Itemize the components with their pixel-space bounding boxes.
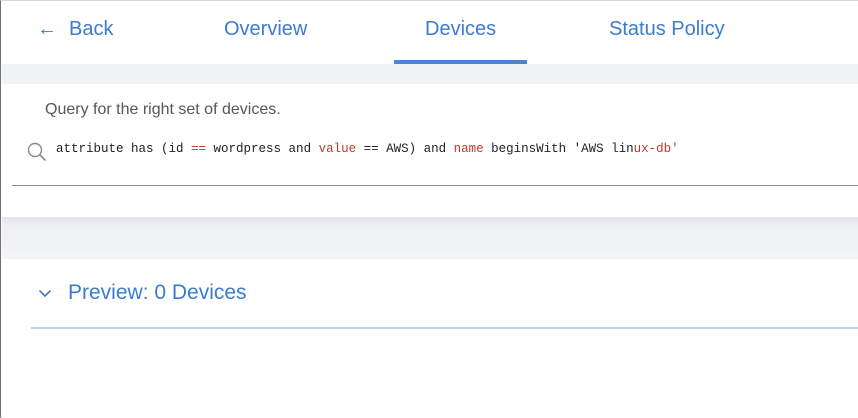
tab-status-policy[interactable]: Status Policy xyxy=(609,18,725,46)
query-hint: Query for the right set of devices. xyxy=(45,101,281,118)
preview-underline xyxy=(31,327,858,329)
top-navigation: ← Back Overview Devices Status Policy xyxy=(1,1,858,64)
search-icon xyxy=(27,142,46,161)
back-label: Back xyxy=(69,18,114,40)
back-button[interactable]: ← Back xyxy=(37,18,113,46)
preview-label: Preview: 0 Devices xyxy=(68,281,247,304)
query-operator: == xyxy=(191,142,207,156)
query-token: attribute has (id xyxy=(56,142,192,156)
query-token: == AWS) and xyxy=(356,142,454,156)
query-token: beginsWith 'AWS lin xyxy=(483,142,634,156)
section-divider xyxy=(2,217,858,259)
query-underline xyxy=(12,185,858,186)
query-input[interactable]: attribute has (id == wordpress and value… xyxy=(56,142,679,162)
query-token: wordpress and xyxy=(206,142,319,156)
chevron-down-icon xyxy=(39,290,51,298)
query-token-tail: ux-db' xyxy=(633,142,679,156)
query-panel: Query for the right set of devices. attr… xyxy=(2,84,858,217)
section-divider xyxy=(2,64,858,84)
preview-toggle[interactable]: Preview: 0 Devices xyxy=(38,281,247,305)
tab-overview[interactable]: Overview xyxy=(224,18,307,46)
tab-devices[interactable]: Devices xyxy=(425,18,496,46)
query-keyword-value: value xyxy=(318,142,357,156)
query-keyword-name: name xyxy=(453,142,484,156)
preview-panel: Preview: 0 Devices xyxy=(2,259,858,418)
devices-page: ← Back Overview Devices Status Policy Que… xyxy=(0,0,858,418)
left-arrow-icon: ← xyxy=(37,18,57,40)
